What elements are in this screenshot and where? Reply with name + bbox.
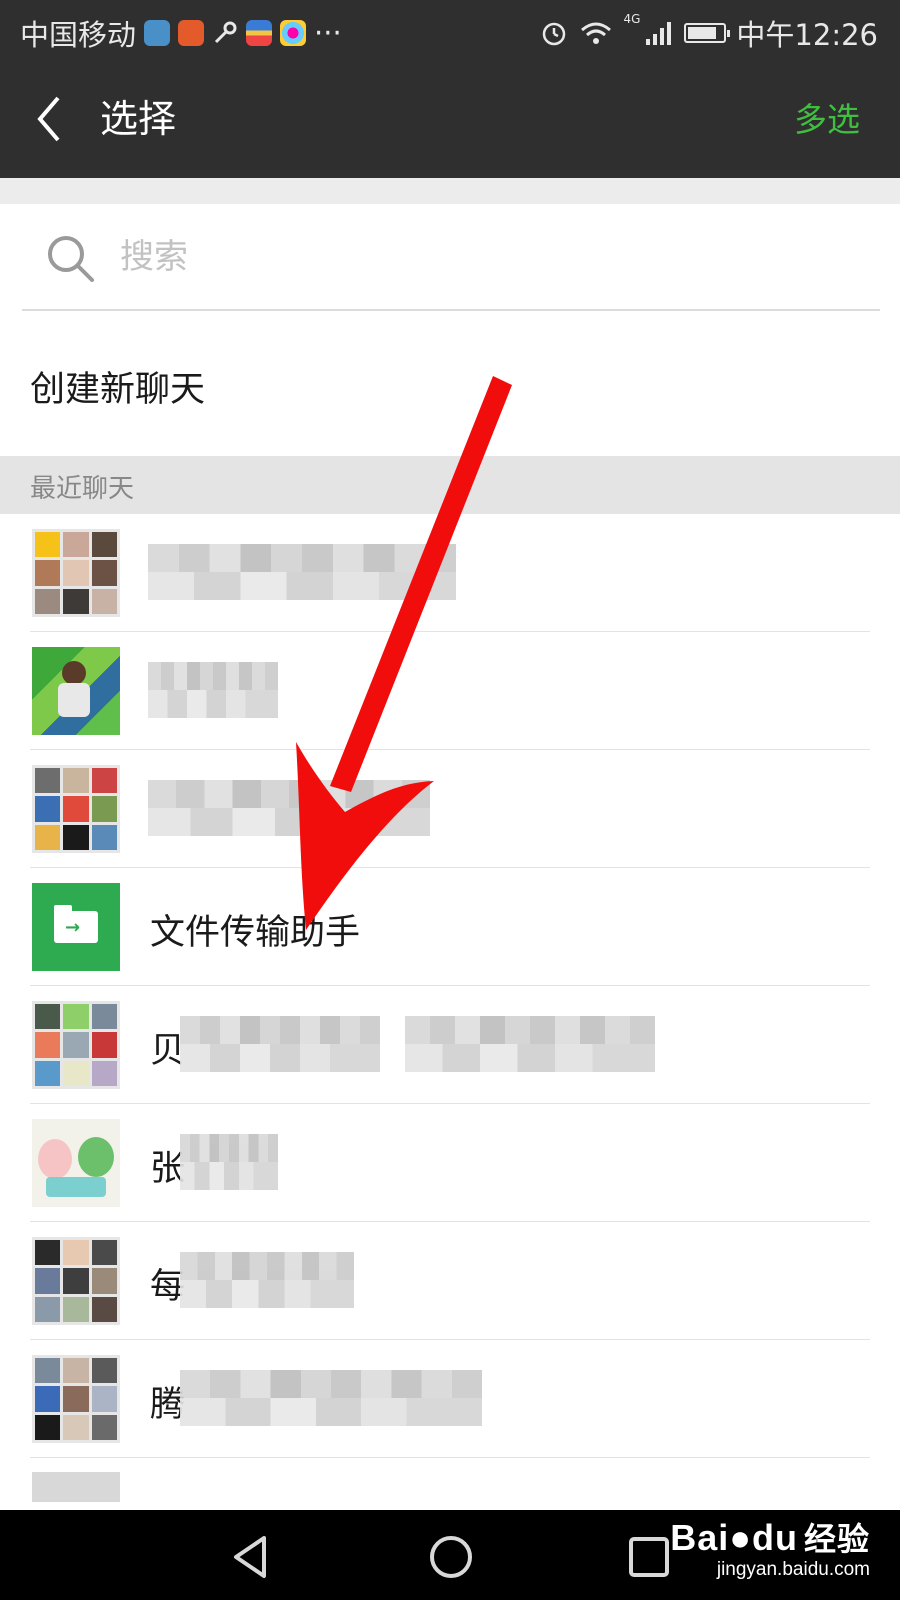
multi-select-button[interactable]: 多选 — [794, 98, 860, 142]
file-transfer-icon: → — [32, 883, 120, 971]
list-item[interactable] — [0, 750, 900, 868]
redacted-name — [148, 780, 430, 836]
carrier-name: 中国移动 — [20, 18, 137, 52]
battery-fill — [688, 27, 716, 39]
list-item[interactable]: 贝 — [0, 986, 900, 1104]
folder-icon: → — [54, 905, 98, 943]
page-title: 选择 — [100, 97, 177, 141]
jingyan-text: 经验 — [803, 1521, 870, 1557]
list-item[interactable] — [0, 1458, 900, 1502]
clock: 中午12:26 — [736, 18, 878, 52]
group-avatar — [32, 1237, 120, 1325]
create-new-chat-label: 创建新聊天 — [30, 370, 206, 410]
redacted-name — [180, 1016, 380, 1072]
status-right: 4G 中午12:26 — [539, 12, 878, 54]
status-bar: 中国移动 ··· 4G 中午12:26 — [0, 0, 900, 60]
screen: 中国移动 ··· 4G 中午12:26 选择 多选 搜索 创建新聊天 最近聊天 … — [0, 0, 900, 1600]
list-item[interactable]: 张 — [0, 1104, 900, 1222]
gallery-icon — [280, 20, 307, 46]
list-item-file-transfer[interactable]: → 文件传输助手 — [0, 868, 900, 986]
redacted-name — [148, 544, 456, 600]
top-spacer — [0, 178, 900, 204]
network-type: 4G — [623, 12, 641, 26]
recent-apps-nav-icon[interactable] — [622, 1530, 676, 1584]
video-app-icon — [178, 20, 205, 46]
message-icon — [144, 20, 171, 46]
search-bar[interactable] — [22, 204, 880, 311]
baidu-logo: Bai●du 经验 — [670, 1518, 870, 1559]
paw-icon: ● — [729, 1517, 752, 1558]
redacted-name — [180, 1252, 354, 1308]
back-button[interactable] — [28, 92, 78, 146]
group-avatar — [32, 1472, 120, 1502]
list-item[interactable] — [0, 514, 900, 632]
signal-icon — [646, 22, 672, 45]
wallet-icon — [246, 20, 273, 46]
recent-chats-header-label: 最近聊天 — [30, 474, 135, 504]
cartoon-avatar — [32, 1119, 120, 1207]
watermark-url: jingyan.baidu.com — [716, 1559, 870, 1580]
baidu-logo-text: Bai — [670, 1517, 730, 1558]
back-arrow-icon — [37, 96, 60, 142]
navigation-bar: Bai●du 经验 jingyan.baidu.com — [0, 1510, 900, 1600]
redacted-name — [148, 662, 278, 718]
back-nav-icon[interactable] — [224, 1530, 278, 1584]
group-avatar — [32, 1001, 120, 1089]
search-icon — [48, 236, 94, 282]
group-avatar — [32, 765, 120, 853]
group-avatar — [32, 1355, 120, 1443]
battery-icon — [684, 23, 731, 43]
alarm-icon — [543, 22, 566, 46]
redacted-name — [405, 1016, 655, 1072]
key-icon — [214, 21, 237, 44]
list-item[interactable]: 每 — [0, 1222, 900, 1340]
redacted-name — [180, 1370, 482, 1426]
content: 创建新聊天 最近聊天 — [0, 178, 900, 1510]
group-avatar — [32, 529, 120, 617]
redacted-name — [180, 1134, 278, 1190]
title-bar: 选择 多选 — [0, 60, 900, 178]
baidu-jingyan-watermark: Bai●du 经验 jingyan.baidu.com — [670, 1518, 870, 1581]
status-left: 中国移动 ··· — [20, 12, 342, 54]
recent-chats-header: 最近聊天 — [0, 456, 900, 514]
arrow-right-icon: → — [65, 917, 81, 938]
baidu-logo-suffix: du — [752, 1517, 798, 1558]
list-item[interactable]: 腾 — [0, 1340, 900, 1458]
chat-name: 文件传输助手 — [150, 913, 361, 953]
list-item[interactable] — [0, 632, 900, 750]
photo-avatar — [32, 647, 120, 735]
more-notifications: ··· — [314, 16, 342, 50]
wifi-icon — [581, 22, 612, 44]
create-new-chat[interactable]: 创建新聊天 — [0, 311, 900, 453]
recent-chat-list: → 文件传输助手 贝 张 每 腾 — [0, 514, 900, 1502]
home-nav-icon[interactable] — [424, 1530, 478, 1584]
search-input[interactable] — [118, 228, 822, 286]
